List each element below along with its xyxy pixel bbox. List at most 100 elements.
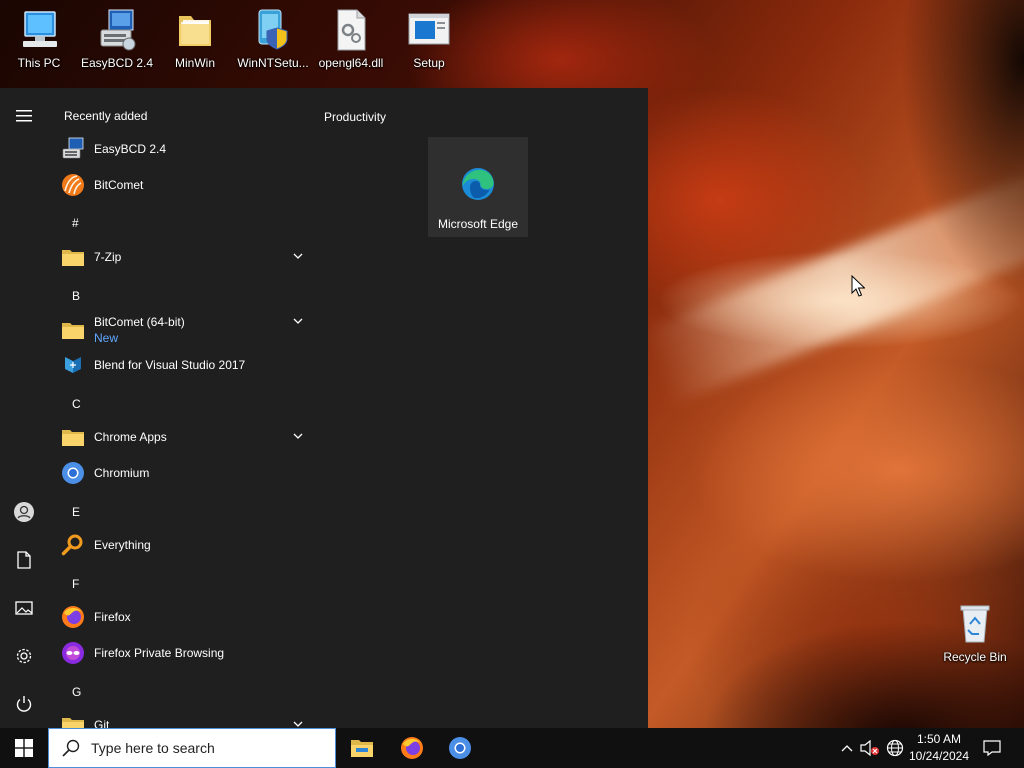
windows-logo-icon bbox=[15, 739, 33, 757]
chevron-down-icon[interactable] bbox=[292, 718, 304, 728]
letter-header-e[interactable]: E bbox=[72, 505, 80, 519]
action-center-button[interactable] bbox=[978, 728, 1006, 768]
easybcd-icon bbox=[95, 8, 139, 52]
app-item-7zip[interactable]: 7-Zip bbox=[60, 240, 304, 274]
app-item-chromium[interactable]: Chromium bbox=[60, 456, 304, 490]
tile-group-heading[interactable]: Productivity bbox=[324, 110, 386, 124]
recycle-bin-icon bbox=[953, 602, 997, 646]
desktop-icon-minwin[interactable]: MinWin bbox=[156, 8, 234, 70]
app-item-bitcomet-64bit[interactable]: BitComet (64-bit) New bbox=[60, 310, 304, 350]
edge-icon bbox=[461, 167, 495, 204]
show-hidden-icons-button[interactable] bbox=[838, 728, 856, 768]
desktop-icon-label: Setup bbox=[413, 56, 445, 70]
app-item-label: Firefox Private Browsing bbox=[94, 646, 225, 660]
app-item-git[interactable]: Git bbox=[60, 708, 304, 728]
letter-header-g[interactable]: G bbox=[72, 685, 81, 699]
desktop-icon-recycle-bin[interactable]: Recycle Bin bbox=[936, 602, 1014, 664]
desktop-icon-easybcd[interactable]: EasyBCD 2.4 bbox=[78, 8, 156, 70]
letter-header-f[interactable]: F bbox=[72, 577, 79, 591]
desktop-icon-setup[interactable]: Setup bbox=[390, 8, 468, 70]
setup-shield-icon bbox=[251, 8, 295, 52]
app-item-label: 7-Zip bbox=[94, 250, 122, 264]
app-item-chrome-apps[interactable]: Chrome Apps bbox=[60, 420, 304, 454]
bitcomet-icon bbox=[60, 172, 86, 198]
firefox-private-icon bbox=[60, 640, 86, 666]
chevron-down-icon[interactable] bbox=[292, 250, 304, 262]
taskbar-firefox[interactable] bbox=[388, 728, 436, 768]
firefox-icon bbox=[401, 737, 423, 759]
desktop-icon-winntsetup[interactable]: WinNTSetu... bbox=[234, 8, 312, 70]
start-button[interactable] bbox=[0, 728, 48, 768]
app-item-label: Everything bbox=[94, 538, 151, 552]
folder-icon bbox=[173, 8, 217, 52]
volume-muted-icon bbox=[860, 740, 879, 756]
desktop-icon-label: MinWin bbox=[174, 56, 215, 70]
desktop-icon-label: opengl64.dll bbox=[318, 56, 384, 70]
search-input[interactable] bbox=[91, 740, 331, 756]
app-item-label: Chrome Apps bbox=[94, 430, 167, 444]
tile-microsoft-edge[interactable]: Microsoft Edge bbox=[428, 137, 528, 237]
app-item-text: BitComet (64-bit) New bbox=[94, 315, 185, 345]
app-item-blend-vs2017[interactable]: Blend for Visual Studio 2017 bbox=[60, 348, 304, 382]
folder-icon bbox=[60, 424, 86, 450]
app-item-everything[interactable]: Everything bbox=[60, 528, 304, 562]
clock-time: 1:50 AM bbox=[916, 732, 962, 746]
folder-icon bbox=[60, 244, 86, 270]
hamburger-icon[interactable] bbox=[0, 96, 48, 136]
app-item-label: Firefox bbox=[94, 610, 131, 624]
chevron-up-icon bbox=[841, 745, 853, 752]
taskbar: 1:50 AM 10/24/2024 bbox=[0, 728, 1024, 768]
chevron-down-icon[interactable] bbox=[292, 315, 304, 327]
taskbar-clock[interactable]: 1:50 AM 10/24/2024 bbox=[900, 731, 978, 765]
desktop-icon-label: This PC bbox=[17, 56, 61, 70]
power-icon[interactable] bbox=[0, 684, 48, 724]
chromium-icon bbox=[60, 460, 86, 486]
file-explorer-icon bbox=[351, 740, 373, 757]
volume-button[interactable] bbox=[858, 728, 882, 768]
folder-icon bbox=[60, 317, 86, 343]
documents-icon[interactable] bbox=[0, 540, 48, 580]
chevron-down-icon[interactable] bbox=[292, 430, 304, 442]
app-item-label: Blend for Visual Studio 2017 bbox=[94, 358, 246, 372]
letter-header-c[interactable]: C bbox=[72, 397, 81, 411]
app-item-label: BitComet (64-bit) bbox=[94, 315, 185, 329]
tile-label: Microsoft Edge bbox=[437, 217, 519, 231]
recently-added-heading: Recently added bbox=[64, 109, 148, 123]
taskbar-file-explorer[interactable] bbox=[338, 728, 386, 768]
chromium-icon bbox=[449, 737, 471, 759]
start-menu: Recently added EasyBCD 2.4 BitComet # 7-… bbox=[0, 88, 648, 728]
app-item-label: Chromium bbox=[94, 466, 150, 480]
desktop-icon-label: EasyBCD 2.4 bbox=[80, 56, 154, 70]
wallpaper-shadow bbox=[900, 0, 1024, 300]
everything-search-icon bbox=[60, 532, 86, 558]
settings-gear-icon[interactable] bbox=[0, 636, 48, 676]
app-item-easybcd[interactable]: EasyBCD 2.4 bbox=[60, 132, 304, 166]
pictures-icon[interactable] bbox=[0, 588, 48, 628]
start-rail bbox=[0, 88, 48, 728]
clock-date: 10/24/2024 bbox=[908, 749, 970, 763]
mouse-cursor-icon bbox=[851, 274, 866, 300]
easybcd-icon bbox=[60, 136, 86, 162]
taskbar-chromium[interactable] bbox=[436, 728, 484, 768]
desktop-icon-opengl64-dll[interactable]: opengl64.dll bbox=[312, 8, 390, 70]
desktop-icon-label: WinNTSetu... bbox=[237, 56, 309, 70]
folder-icon bbox=[60, 712, 86, 728]
tiles-area: Productivity Microsoft Edge bbox=[312, 88, 648, 728]
app-item-label: BitComet bbox=[94, 178, 144, 192]
firefox-icon bbox=[60, 604, 86, 630]
dll-file-icon bbox=[329, 8, 373, 52]
app-item-firefox[interactable]: Firefox bbox=[60, 600, 304, 634]
app-item-label: Git bbox=[94, 718, 110, 728]
search-icon bbox=[62, 739, 80, 757]
desktop-icon-label: Recycle Bin bbox=[943, 650, 1007, 664]
app-item-bitcomet[interactable]: BitComet bbox=[60, 168, 304, 202]
app-item-firefox-private[interactable]: Firefox Private Browsing bbox=[60, 636, 304, 670]
letter-header-b[interactable]: B bbox=[72, 289, 80, 303]
user-icon[interactable] bbox=[0, 492, 48, 532]
taskbar-search-box[interactable] bbox=[48, 728, 336, 768]
computer-icon bbox=[17, 8, 61, 52]
desktop-icon-this-pc[interactable]: This PC bbox=[0, 8, 78, 70]
letter-header-hash[interactable]: # bbox=[72, 216, 79, 230]
setup-window-icon bbox=[407, 8, 451, 52]
new-badge: New bbox=[94, 331, 119, 345]
